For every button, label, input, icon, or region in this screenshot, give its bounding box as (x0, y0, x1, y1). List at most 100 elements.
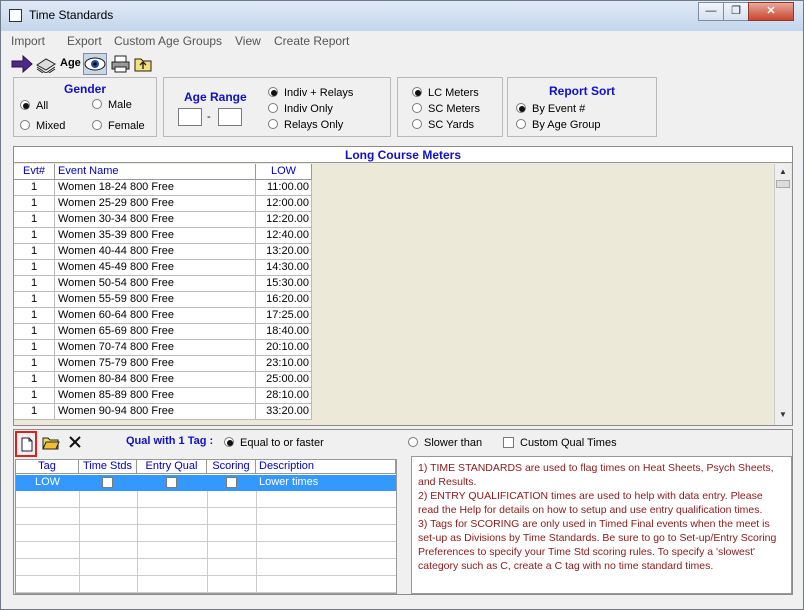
gender-male-radio[interactable] (92, 99, 102, 109)
by-event-label[interactable]: By Event # (532, 103, 585, 115)
empty-table-row[interactable] (16, 508, 396, 525)
new-tag-button[interactable] (15, 431, 37, 457)
sc-meters-label[interactable]: SC Meters (428, 103, 480, 115)
event-name-cell[interactable]: Women 75-79 800 Free (55, 356, 256, 371)
indiv-relays-radio[interactable] (268, 87, 278, 97)
low-time-cell[interactable]: 17:25.00 (256, 308, 312, 323)
eye-icon[interactable] (83, 53, 107, 75)
event-name-cell[interactable]: Women 25-29 800 Free (55, 196, 256, 211)
description-cell[interactable]: Lower times (259, 476, 318, 488)
empty-table-row[interactable] (16, 525, 396, 542)
low-time-cell[interactable]: 12:40.00 (256, 228, 312, 243)
equal-or-faster-radio[interactable] (224, 437, 234, 447)
event-name-cell[interactable]: Women 70-74 800 Free (55, 340, 256, 355)
column-header-tag[interactable]: Tag (16, 460, 79, 474)
low-time-cell[interactable]: 16:20.00 (256, 292, 312, 307)
column-header-low[interactable]: LOW (256, 164, 312, 180)
slower-than-radio[interactable] (408, 437, 418, 447)
age-to-input[interactable] (218, 108, 242, 126)
event-name-cell[interactable]: Women 50-54 800 Free (55, 276, 256, 291)
menu-create-report[interactable]: Create Report (274, 34, 349, 48)
event-name-cell[interactable]: Women 65-69 800 Free (55, 324, 256, 339)
low-time-cell[interactable]: 13:20.00 (256, 244, 312, 259)
evt-cell[interactable]: 1 (14, 244, 55, 259)
tag-row-low[interactable]: LOW ✓ ✓ Lower times (16, 475, 396, 491)
low-time-cell[interactable]: 14:30.00 (256, 260, 312, 275)
table-row[interactable]: 1 Women 60-64 800 Free 17:25.00 (14, 308, 312, 324)
column-header-entry-qual[interactable]: Entry Qual (137, 460, 207, 474)
evt-cell[interactable]: 1 (14, 212, 55, 227)
gender-female-label[interactable]: Female (108, 120, 145, 132)
gender-female-radio[interactable] (92, 120, 102, 130)
lc-meters-radio[interactable] (412, 87, 422, 97)
table-row[interactable]: 1 Women 45-49 800 Free 14:30.00 (14, 260, 312, 276)
event-name-cell[interactable]: Women 85-89 800 Free (55, 388, 256, 403)
empty-table-row[interactable] (16, 576, 396, 593)
evt-cell[interactable]: 1 (14, 180, 55, 195)
time-stds-checkbox[interactable]: ✓ (102, 477, 113, 488)
event-name-cell[interactable]: Women 40-44 800 Free (55, 244, 256, 259)
grid-vertical-scrollbar[interactable]: ▲ ▼ (774, 164, 791, 425)
event-name-cell[interactable]: Women 55-59 800 Free (55, 292, 256, 307)
by-age-group-radio[interactable] (516, 119, 526, 129)
restore-button[interactable]: ❐ (723, 2, 749, 21)
scoring-checkbox[interactable] (226, 477, 237, 488)
gender-all-radio[interactable] (20, 100, 30, 110)
evt-cell[interactable]: 1 (14, 404, 55, 419)
empty-table-row[interactable] (16, 559, 396, 576)
scroll-up-arrow-icon[interactable]: ▲ (779, 167, 787, 176)
sc-meters-radio[interactable] (412, 103, 422, 113)
age-from-input[interactable] (178, 108, 202, 126)
gender-all-label[interactable]: All (36, 100, 48, 112)
low-time-cell[interactable]: 12:00.00 (256, 196, 312, 211)
by-event-radio[interactable] (516, 103, 526, 113)
table-row[interactable]: 1 Women 70-74 800 Free 20:10.00 (14, 340, 312, 356)
gender-mixed-label[interactable]: Mixed (36, 120, 65, 132)
evt-cell[interactable]: 1 (14, 372, 55, 387)
low-time-cell[interactable]: 20:10.00 (256, 340, 312, 355)
low-time-cell[interactable]: 33:20.00 (256, 404, 312, 419)
table-row[interactable]: 1 Women 90-94 800 Free 33:20.00 (14, 404, 312, 420)
evt-cell[interactable]: 1 (14, 324, 55, 339)
table-row[interactable]: 1 Women 65-69 800 Free 18:40.00 (14, 324, 312, 340)
event-name-cell[interactable]: Women 45-49 800 Free (55, 260, 256, 275)
title-bar[interactable]: Time Standards — ❐ ✕ (1, 1, 803, 31)
evt-cell[interactable]: 1 (14, 276, 55, 291)
table-row[interactable]: 1 Women 35-39 800 Free 12:40.00 (14, 228, 312, 244)
table-row[interactable]: 1 Women 50-54 800 Free 15:30.00 (14, 276, 312, 292)
table-row[interactable]: 1 Women 55-59 800 Free 16:20.00 (14, 292, 312, 308)
evt-cell[interactable]: 1 (14, 308, 55, 323)
scroll-down-arrow-icon[interactable]: ▼ (779, 410, 787, 419)
custom-qual-times-checkbox[interactable] (503, 437, 514, 448)
evt-cell[interactable]: 1 (14, 356, 55, 371)
age-toolbar-label[interactable]: Age (60, 57, 81, 69)
arrow-right-icon[interactable] (11, 55, 33, 73)
empty-table-row[interactable] (16, 542, 396, 559)
custom-qual-times-label[interactable]: Custom Qual Times (520, 437, 617, 449)
low-time-cell[interactable]: 15:30.00 (256, 276, 312, 291)
relays-only-radio[interactable] (268, 119, 278, 129)
table-row[interactable]: 1 Women 75-79 800 Free 23:10.00 (14, 356, 312, 372)
low-time-cell[interactable]: 28:10.00 (256, 388, 312, 403)
table-row[interactable]: 1 Women 18-24 800 Free 11:00.00 (14, 180, 312, 196)
column-header-description[interactable]: Description (256, 460, 396, 474)
folder-up-icon[interactable] (134, 55, 152, 73)
table-row[interactable]: 1 Women 30-34 800 Free 12:20.00 (14, 212, 312, 228)
event-name-cell[interactable]: Women 60-64 800 Free (55, 308, 256, 323)
book-stack-icon[interactable] (35, 55, 57, 73)
equal-or-faster-label[interactable]: Equal to or faster (240, 437, 324, 449)
sc-yards-label[interactable]: SC Yards (428, 119, 474, 131)
close-button[interactable]: ✕ (748, 2, 794, 21)
by-age-group-label[interactable]: By Age Group (532, 119, 601, 131)
column-header-evt[interactable]: Evt# (14, 164, 55, 180)
slower-than-label[interactable]: Slower than (424, 437, 482, 449)
relays-only-label[interactable]: Relays Only (284, 119, 343, 131)
low-time-cell[interactable]: 12:20.00 (256, 212, 312, 227)
menu-import[interactable]: Import (11, 34, 45, 48)
evt-cell[interactable]: 1 (14, 292, 55, 307)
menu-export[interactable]: Export (67, 34, 102, 48)
menu-custom-age-groups[interactable]: Custom Age Groups (114, 34, 222, 48)
gender-male-label[interactable]: Male (108, 99, 132, 111)
delete-x-icon[interactable] (68, 435, 82, 449)
empty-table-row[interactable] (16, 491, 396, 508)
